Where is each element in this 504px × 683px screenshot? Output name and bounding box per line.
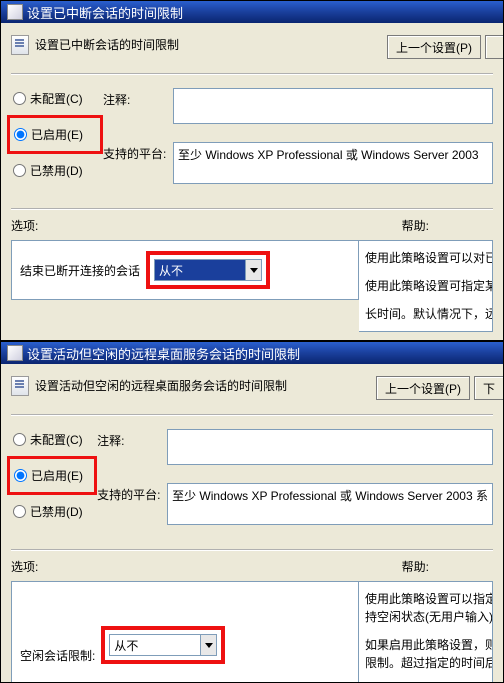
comment-textbox[interactable] xyxy=(167,429,493,465)
radio-not-configured[interactable]: 未配置(C) xyxy=(11,90,103,107)
policy-icon xyxy=(11,35,29,55)
highlight-combo: 从不 xyxy=(146,251,270,289)
options-panel: 空闲会话限制: 从不 xyxy=(11,581,359,683)
idle-limit-label: 空闲会话限制: xyxy=(20,647,95,664)
comment-label: 注释: xyxy=(97,429,167,449)
radio-group: 未配置(C) 已启用(E) 已禁用(D) xyxy=(11,82,103,190)
platform-label: 支持的平台: xyxy=(97,483,167,503)
window-idle-session-limit: 设置活动但空闲的远程桌面服务会话的时间限制 设置活动但空闲的远程桌面服务会话的时… xyxy=(0,341,504,683)
radio-disabled[interactable]: 已禁用(D) xyxy=(11,503,97,520)
help-label: 帮助: xyxy=(402,217,493,234)
next-setting-button[interactable] xyxy=(485,35,503,59)
window-title: 设置活动但空闲的远程桌面服务会话的时间限制 xyxy=(27,344,300,363)
radio-disabled[interactable]: 已禁用(D) xyxy=(11,162,103,179)
options-label: 选项: xyxy=(11,217,38,234)
highlight-combo: 从不 xyxy=(101,626,225,664)
radio-enabled[interactable]: 已启用(E) xyxy=(12,467,92,484)
radio-disabled-input[interactable] xyxy=(13,505,26,518)
comment-textbox[interactable] xyxy=(173,88,493,124)
radio-not-configured[interactable]: 未配置(C) xyxy=(11,431,97,448)
divider xyxy=(11,208,493,209)
policy-icon xyxy=(11,376,29,396)
options-panel: 结束已断开连接的会话 从不 xyxy=(11,240,359,300)
radio-disabled-input[interactable] xyxy=(13,164,26,177)
previous-setting-button[interactable]: 上一个设置(P) xyxy=(376,376,470,400)
chevron-down-icon[interactable] xyxy=(245,260,261,280)
platform-textbox: 至少 Windows XP Professional 或 Windows Ser… xyxy=(173,142,493,184)
divider xyxy=(11,73,493,74)
radio-enabled-input[interactable] xyxy=(14,128,27,141)
help-panel: 使用此策略设置可以指定活 持空闲状态(无用户输入)的最 如果启用此策略设置，则必… xyxy=(359,581,493,683)
window-title: 设置已中断会话的时间限制 xyxy=(27,3,183,22)
highlight-enabled: 已启用(E) xyxy=(7,115,103,154)
end-disconnected-combo[interactable]: 从不 xyxy=(154,259,262,281)
radio-not-configured-input[interactable] xyxy=(13,92,26,105)
app-icon xyxy=(7,345,23,361)
highlight-enabled: 已启用(E) xyxy=(7,456,97,495)
divider xyxy=(11,414,493,415)
titlebar[interactable]: 设置活动但空闲的远程桌面服务会话的时间限制 xyxy=(1,342,503,364)
radio-enabled[interactable]: 已启用(E) xyxy=(12,126,98,143)
chevron-down-icon[interactable] xyxy=(200,635,216,655)
next-setting-button[interactable]: 下 xyxy=(474,376,503,400)
divider xyxy=(11,549,493,550)
window-disconnected-session-limit: 设置已中断会话的时间限制 设置已中断会话的时间限制 上一个设置(P) 未配置(C… xyxy=(0,0,504,341)
radio-enabled-input[interactable] xyxy=(14,469,27,482)
help-panel: 使用此策略设置可以对已 使用此策略设置可指定某 长时间。默认情况下，远 xyxy=(359,240,493,332)
comment-label: 注释: xyxy=(103,88,173,108)
options-label: 选项: xyxy=(11,558,38,575)
titlebar[interactable]: 设置已中断会话的时间限制 xyxy=(1,1,503,23)
help-label: 帮助: xyxy=(402,558,493,575)
idle-limit-combo[interactable]: 从不 xyxy=(109,634,217,656)
platform-label: 支持的平台: xyxy=(103,142,173,162)
previous-setting-button[interactable]: 上一个设置(P) xyxy=(387,35,481,59)
end-disconnected-label: 结束已断开连接的会话 xyxy=(20,262,140,279)
app-icon xyxy=(7,4,23,20)
radio-not-configured-input[interactable] xyxy=(13,433,26,446)
radio-group: 未配置(C) 已启用(E) 已禁用(D) xyxy=(11,423,97,531)
platform-textbox: 至少 Windows XP Professional 或 Windows Ser… xyxy=(167,483,493,525)
